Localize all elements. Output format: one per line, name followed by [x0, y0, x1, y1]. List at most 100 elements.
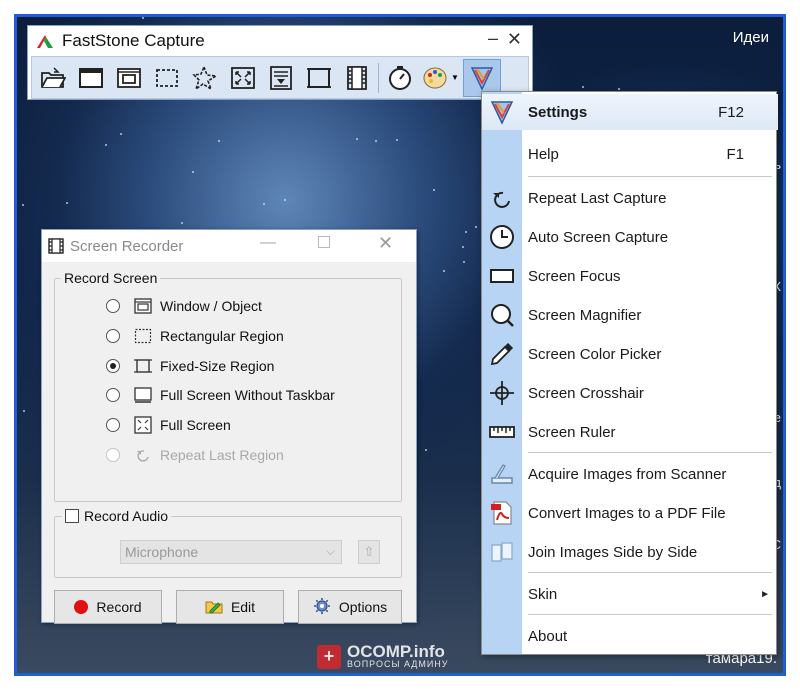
desktop-screenshot: Идеи ть ГХ е д С тамара19. + OCOMP.info … [14, 14, 786, 676]
close-button[interactable]: ✕ [378, 233, 393, 254]
option-window-object[interactable]: Window / Object [106, 294, 262, 318]
radio-button[interactable] [106, 329, 120, 343]
edit-folder-icon [205, 597, 223, 618]
star [23, 410, 26, 413]
window-object-icon [134, 297, 152, 315]
radio-button[interactable] [106, 418, 120, 432]
menu-item-label: Screen Color Picker [528, 345, 662, 363]
option-label: Full Screen [160, 417, 231, 433]
close-button[interactable]: ✕ [507, 29, 522, 50]
menu-item-convert-pdf[interactable]: Convert Images to a PDF File [482, 495, 778, 531]
menu-separator [528, 572, 772, 573]
open-folder-icon[interactable] [34, 59, 72, 97]
menu-item-screen-color-picker[interactable]: Screen Color Picker [482, 336, 778, 372]
menu-item-screen-crosshair[interactable]: Screen Crosshair [482, 375, 778, 411]
minimize-button[interactable]: — [260, 234, 276, 252]
menu-item-skin[interactable]: Skin ► [482, 576, 778, 612]
minimize-button[interactable]: – [488, 28, 498, 49]
timer-icon[interactable] [381, 59, 419, 97]
star [463, 260, 466, 263]
maximize-button[interactable] [318, 236, 330, 248]
options-button[interactable]: Options [298, 590, 402, 624]
options-button-label: Options [338, 599, 388, 615]
menu-separator [528, 452, 772, 453]
menu-item-label: Help [528, 145, 559, 163]
capture-freehand-icon[interactable] [186, 59, 224, 97]
magnifier-icon [482, 302, 522, 328]
star [581, 85, 584, 88]
star [432, 188, 435, 191]
star [262, 202, 265, 205]
faststone-capture-window: FastStone Capture – ✕ ▼ [27, 25, 533, 100]
group-label: Record Screen [61, 270, 161, 286]
screen-recorder-icon[interactable] [338, 59, 376, 97]
film-icon [48, 238, 64, 254]
menu-item-screen-ruler[interactable]: Screen Ruler [482, 414, 778, 450]
recorder-titlebar: Screen Recorder — ✕ [42, 230, 416, 262]
radio-button-selected[interactable] [106, 359, 120, 373]
capture-fullscreen-icon[interactable] [224, 59, 262, 97]
star [395, 139, 398, 142]
record-audio-checkbox-row[interactable]: Record Audio [62, 508, 172, 524]
radio-button[interactable] [106, 299, 120, 313]
radio-button-disabled [106, 448, 120, 462]
star [355, 137, 358, 140]
capture-rect-icon[interactable] [148, 59, 186, 97]
menu-item-label: Repeat Last Capture [528, 189, 667, 207]
menu-item-screen-focus[interactable]: Screen Focus [482, 258, 778, 294]
record-audio-label: Record Audio [84, 508, 169, 524]
option-full-screen-without-taskbar[interactable]: Full Screen Without Taskbar [106, 383, 335, 407]
option-fixed-size-region[interactable]: Fixed-Size Region [106, 354, 274, 378]
star [442, 270, 445, 273]
menu-item-label: Join Images Side by Side [528, 543, 698, 561]
edit-button-label: Edit [230, 599, 256, 615]
record-button-label: Record [96, 599, 142, 615]
radio-button[interactable] [106, 388, 120, 402]
rect-region-icon [134, 327, 152, 345]
submenu-arrow-icon: ► [760, 588, 770, 600]
menu-item-repeat-last-capture[interactable]: Repeat Last Capture [482, 180, 778, 216]
menu-item-label: Skin [528, 585, 558, 603]
record-button[interactable]: Record [54, 590, 162, 624]
record-dot-icon [74, 600, 89, 614]
menu-item-screen-magnifier[interactable]: Screen Magnifier [482, 297, 778, 333]
ruler-icon [482, 419, 522, 445]
menu-item-label: Screen Ruler [528, 423, 616, 441]
capture-fixed-icon[interactable] [300, 59, 338, 97]
star [464, 230, 467, 233]
watermark-name: OCOMP.info [347, 642, 445, 661]
star [120, 133, 123, 136]
menu-item-auto-screen-capture[interactable]: Auto Screen Capture [482, 219, 778, 255]
capture-object-icon[interactable] [110, 59, 148, 97]
menu-item-label: Convert Images to a PDF File [528, 504, 726, 522]
star [192, 170, 195, 173]
menu-separator [528, 176, 772, 177]
faststone-logo-icon [37, 35, 53, 48]
repeat-region-icon [134, 446, 152, 464]
menu-item-label: Settings [528, 103, 588, 121]
menu-item-acquire-scanner[interactable]: Acquire Images from Scanner [482, 456, 778, 492]
record-audio-checkbox[interactable] [65, 509, 79, 523]
focus-icon [482, 263, 522, 289]
settings-icon [482, 99, 522, 125]
star [475, 225, 478, 228]
output-palette-icon[interactable]: ▼ [419, 59, 463, 97]
star [617, 88, 620, 91]
option-full-screen[interactable]: Full Screen [106, 413, 231, 437]
menu-item-join-images[interactable]: Join Images Side by Side [482, 534, 778, 570]
capture-window-icon[interactable] [72, 59, 110, 97]
desktop-top-right-label: Идеи [732, 29, 769, 46]
option-repeat-last-region: Repeat Last Region [106, 443, 284, 467]
menu-item-help[interactable]: Help F1 [482, 136, 778, 172]
menu-item-label: Acquire Images from Scanner [528, 465, 727, 483]
option-rectangular-region[interactable]: Rectangular Region [106, 324, 284, 348]
clock-icon [482, 224, 522, 250]
capture-scrolling-icon[interactable] [262, 59, 300, 97]
menu-item-about[interactable]: About [482, 618, 778, 654]
star [217, 140, 220, 143]
volume-icon: ⇧ [358, 540, 380, 564]
menu-item-settings[interactable]: Settings F12 [482, 94, 778, 130]
star [65, 201, 68, 204]
edit-button[interactable]: Edit [176, 590, 284, 624]
star [22, 204, 25, 207]
